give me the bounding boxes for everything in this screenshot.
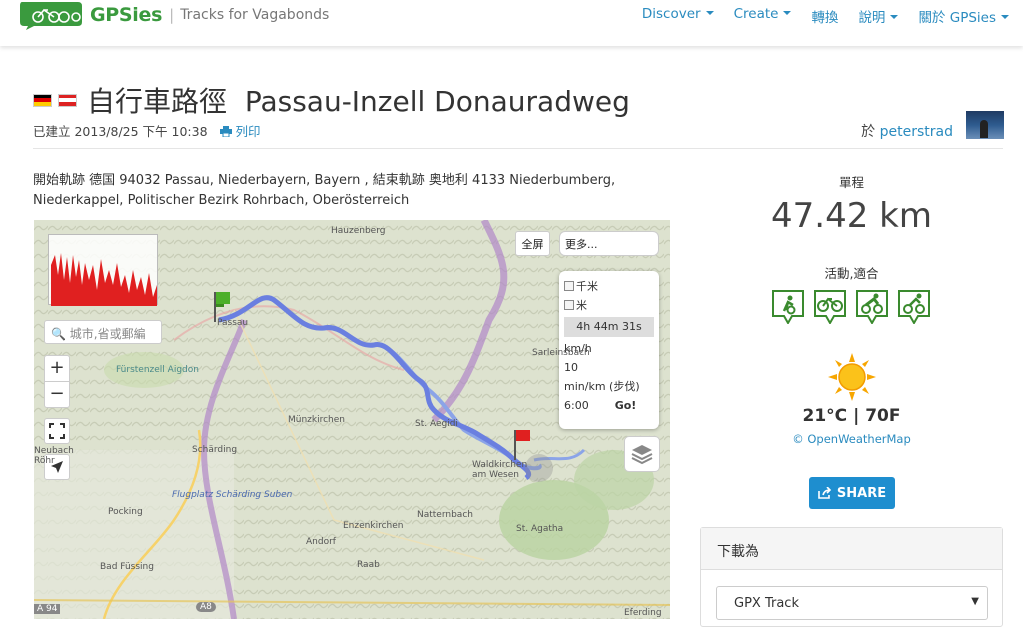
nav-about[interactable]: 關於 GPSies: [918, 6, 1009, 26]
elevation-chart-icon: [51, 253, 157, 306]
biking-icon: [772, 290, 804, 324]
layers-button[interactable]: [624, 436, 660, 472]
map-place-label: Neubach Röhr: [34, 446, 74, 466]
map-place-label: Eferding: [624, 608, 662, 618]
download-header: 下載為: [701, 528, 1002, 570]
austria-flag-icon: [58, 93, 77, 107]
fullscreen-button[interactable]: [44, 418, 70, 444]
weather-credit-link[interactable]: © OpenWeatherMap: [700, 432, 1003, 446]
unit-km-option[interactable]: 千米: [564, 277, 654, 296]
created-date: 已建立 2013/8/25 下午 10:38: [33, 124, 208, 139]
print-link[interactable]: 列印: [219, 124, 261, 139]
zoom-out-button[interactable]: −: [45, 382, 69, 408]
map-place-label: Sarleinsbach: [532, 348, 590, 358]
chevron-down-icon: [1001, 15, 1009, 19]
map-place-label: Waldkirchen am Wesen: [472, 460, 528, 480]
zoom-control: + −: [44, 355, 70, 408]
share-icon: [818, 487, 832, 499]
brand-name: GPSies: [90, 4, 163, 26]
activity-label: 活動,適合: [824, 266, 879, 281]
pace-input[interactable]: 6:00: [564, 399, 589, 412]
map-place-label: Pocking: [108, 507, 143, 517]
germany-flag-icon: [33, 93, 52, 107]
divider: [33, 148, 1003, 149]
search-icon: 🔍: [51, 327, 66, 341]
track-description: 開始軌跡 德国 94032 Passau, Niederbayern, Baye…: [33, 173, 616, 208]
mountain-bike-icon: [898, 290, 930, 324]
expand-icon: [49, 423, 65, 439]
distance-value: 47.42 km: [771, 196, 932, 236]
share-button[interactable]: SHARE: [809, 477, 895, 509]
end-flag-icon[interactable]: [512, 430, 534, 460]
map-place-label: Münzkirchen: [288, 415, 346, 425]
author-link[interactable]: peterstrad: [880, 124, 953, 140]
nav-create[interactable]: Create: [734, 6, 792, 26]
checkbox-icon: [564, 300, 574, 310]
map-place-label: Natternbach: [417, 510, 473, 520]
logo[interactable]: GPSies | Tracks for Vagabonds: [18, 0, 329, 30]
main-nav: Discover Create 轉換 說明 關於 GPSies: [622, 6, 1009, 26]
logo-icon: [20, 2, 82, 30]
nav-discover[interactable]: Discover: [642, 6, 714, 26]
sunny-weather-icon: [828, 353, 876, 401]
map-place-label: St. Aegidi: [415, 419, 458, 429]
nav-help[interactable]: 說明: [858, 6, 899, 26]
print-icon: [219, 126, 232, 138]
distance-label: 單程: [838, 175, 864, 190]
go-button[interactable]: Go!: [615, 399, 637, 412]
map-place-label: Bad Füssing: [100, 562, 154, 572]
author-line: 於 peterstrad: [861, 124, 953, 140]
page-title-row: 自行車路徑 Passau-Inzell Donauradweg: [33, 80, 630, 120]
chevron-down-icon: [705, 11, 714, 15]
nav-convert[interactable]: 轉換: [811, 6, 838, 26]
activity-list: [772, 290, 930, 324]
map-place-label: Flugplatz Schärding Suben: [172, 490, 293, 500]
temperature: 21°C | 70F: [802, 406, 901, 426]
map-place-label: Andorf: [306, 537, 336, 547]
map-search-input[interactable]: 🔍 城市,省或郵編: [44, 320, 162, 344]
map-fullscreen-button[interactable]: 全屏: [515, 231, 550, 256]
speed-input[interactable]: 10: [564, 358, 654, 377]
map-place-label: Enzenkirchen: [343, 521, 404, 531]
racing-bike-icon: [856, 290, 888, 324]
chevron-down-icon: [783, 11, 792, 15]
layers-icon: [631, 445, 653, 465]
bicycle-icon: [814, 290, 846, 324]
map-place-label: Raab: [357, 560, 380, 570]
brand-separator: |: [169, 6, 175, 24]
map-place-label: St. Agatha: [516, 524, 564, 534]
track-map[interactable]: 🔍 城市,省或郵編 + − 全屏 更多... 千米 米 4h 44m 31s k…: [34, 220, 670, 619]
map-place-label: Schärding: [192, 445, 238, 455]
avatar[interactable]: [966, 111, 1004, 139]
chevron-down-icon: [890, 15, 899, 19]
top-navbar: GPSies | Tracks for Vagabonds Discover C…: [0, 0, 1023, 46]
checkbox-icon: [564, 281, 574, 291]
zoom-in-button[interactable]: +: [45, 356, 69, 382]
download-format-select[interactable]: GPX Track ▼: [716, 586, 988, 620]
map-place-label: A8: [196, 602, 216, 612]
brand-tagline: Tracks for Vagabonds: [180, 7, 330, 23]
map-more-button[interactable]: 更多...: [559, 231, 659, 256]
map-place-label: Passau: [217, 318, 249, 328]
unit-m-option[interactable]: 米: [564, 296, 654, 315]
caret-down-icon: ▼: [971, 596, 979, 607]
map-place-label: A 94: [34, 604, 61, 614]
map-place-label: Hauzenberg: [331, 226, 386, 236]
pace-unit-label: min/km (步伐): [564, 380, 640, 393]
page-title: 自行車路徑 Passau-Inzell Donauradweg: [87, 85, 630, 118]
duration-display: 4h 44m 31s: [564, 317, 654, 337]
elevation-profile[interactable]: [48, 234, 158, 306]
track-meta: 已建立 2013/8/25 下午 10:38 列印: [33, 121, 261, 140]
download-panel: 下載為 GPX Track ▼: [700, 527, 1003, 627]
map-place-label: Fürstenzell Aigdon: [116, 365, 199, 375]
